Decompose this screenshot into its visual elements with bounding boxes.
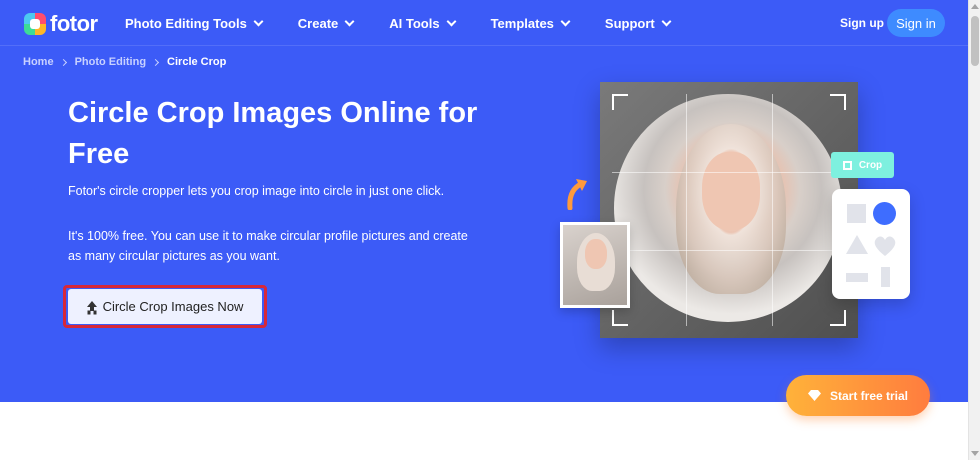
circle-crop-images-now-button[interactable]: Circle Crop Images Now xyxy=(68,289,262,324)
chevron-down-icon xyxy=(446,16,457,26)
menu-label: Templates xyxy=(490,15,554,31)
chevron-down-icon xyxy=(661,16,672,26)
logo-text: fotor xyxy=(50,11,98,36)
chevron-right-icon xyxy=(152,58,160,66)
menu-create[interactable]: Create xyxy=(297,15,355,31)
diamond-icon xyxy=(807,390,821,401)
sign-in-button[interactable]: Sign in xyxy=(887,9,945,37)
chevron-down-icon xyxy=(344,16,355,26)
menu-label: Support xyxy=(604,15,655,31)
breadcrumb-current: Circle Crop xyxy=(167,56,227,68)
fotor-logo-icon xyxy=(24,13,46,35)
menu-label: Create xyxy=(297,15,339,31)
circle-cropped-photo xyxy=(614,94,842,322)
crop-handle-top-right[interactable] xyxy=(830,94,846,110)
crop-grid-line xyxy=(612,172,844,173)
scroll-thumb[interactable] xyxy=(971,16,979,66)
square-shape-icon[interactable] xyxy=(847,204,866,223)
breadcrumb-photo-editing[interactable]: Photo Editing xyxy=(75,56,146,68)
fotor-logo[interactable]: fotor xyxy=(24,11,98,37)
chevron-down-icon xyxy=(560,16,571,26)
chevron-right-icon xyxy=(59,58,67,66)
menu-ai-tools[interactable]: AI Tools xyxy=(389,15,457,31)
crop-icon xyxy=(842,160,852,170)
crop-handle-top-left[interactable] xyxy=(612,94,628,110)
crop-tag-label: Crop xyxy=(858,159,883,171)
page-scrollbar[interactable] xyxy=(968,0,980,460)
heart-shape-icon[interactable] xyxy=(873,235,897,257)
sign-up-link[interactable]: Sign up xyxy=(840,16,884,30)
crop-grid-line xyxy=(686,94,687,326)
breadcrumb: Home Photo Editing Circle Crop xyxy=(23,56,226,68)
original-photo-thumbnail xyxy=(560,222,630,308)
photo-face xyxy=(702,152,760,230)
vertical-rectangle-shape-icon[interactable] xyxy=(881,267,890,287)
crop-grid-line xyxy=(612,250,844,251)
rectangle-shape-icon[interactable] xyxy=(846,273,868,282)
thumbnail-image xyxy=(563,225,627,305)
circle-shape-icon[interactable] xyxy=(873,202,896,225)
main-menu: Photo Editing Tools Create AI Tools Temp… xyxy=(125,0,706,46)
scroll-up-arrow-icon[interactable] xyxy=(971,4,979,9)
top-navbar: fotor Photo Editing Tools Create AI Tool… xyxy=(0,0,968,46)
menu-templates[interactable]: Templates xyxy=(490,15,571,31)
menu-photo-editing-tools[interactable]: Photo Editing Tools xyxy=(125,15,264,31)
upload-icon xyxy=(86,300,97,313)
crop-tag: Crop xyxy=(831,152,894,178)
chevron-down-icon xyxy=(253,16,264,26)
crop-grid-line xyxy=(772,94,773,326)
crop-handle-bottom-right[interactable] xyxy=(830,310,846,326)
scroll-down-arrow-icon[interactable] xyxy=(971,451,979,456)
shape-picker-panel xyxy=(832,189,910,299)
crop-handle-bottom-left[interactable] xyxy=(612,310,628,326)
cta-label: Circle Crop Images Now xyxy=(102,299,244,314)
start-free-trial-button[interactable]: Start free trial xyxy=(786,375,930,416)
menu-support[interactable]: Support xyxy=(604,15,672,31)
breadcrumb-home[interactable]: Home xyxy=(23,56,54,68)
crop-preview-frame xyxy=(600,82,858,338)
trial-label: Start free trial xyxy=(829,388,909,403)
hero-description-1: Fotor's circle cropper lets you crop ima… xyxy=(68,184,445,198)
menu-label: AI Tools xyxy=(389,15,440,31)
hero-description-2: It's 100% free. You can use it to make c… xyxy=(68,229,468,263)
thumbnail-face xyxy=(585,239,607,269)
menu-label: Photo Editing Tools xyxy=(125,15,247,31)
curved-arrow-icon xyxy=(567,179,587,210)
page-title: Circle Crop Images Online for Free xyxy=(68,97,478,170)
triangle-shape-icon[interactable] xyxy=(846,235,868,254)
